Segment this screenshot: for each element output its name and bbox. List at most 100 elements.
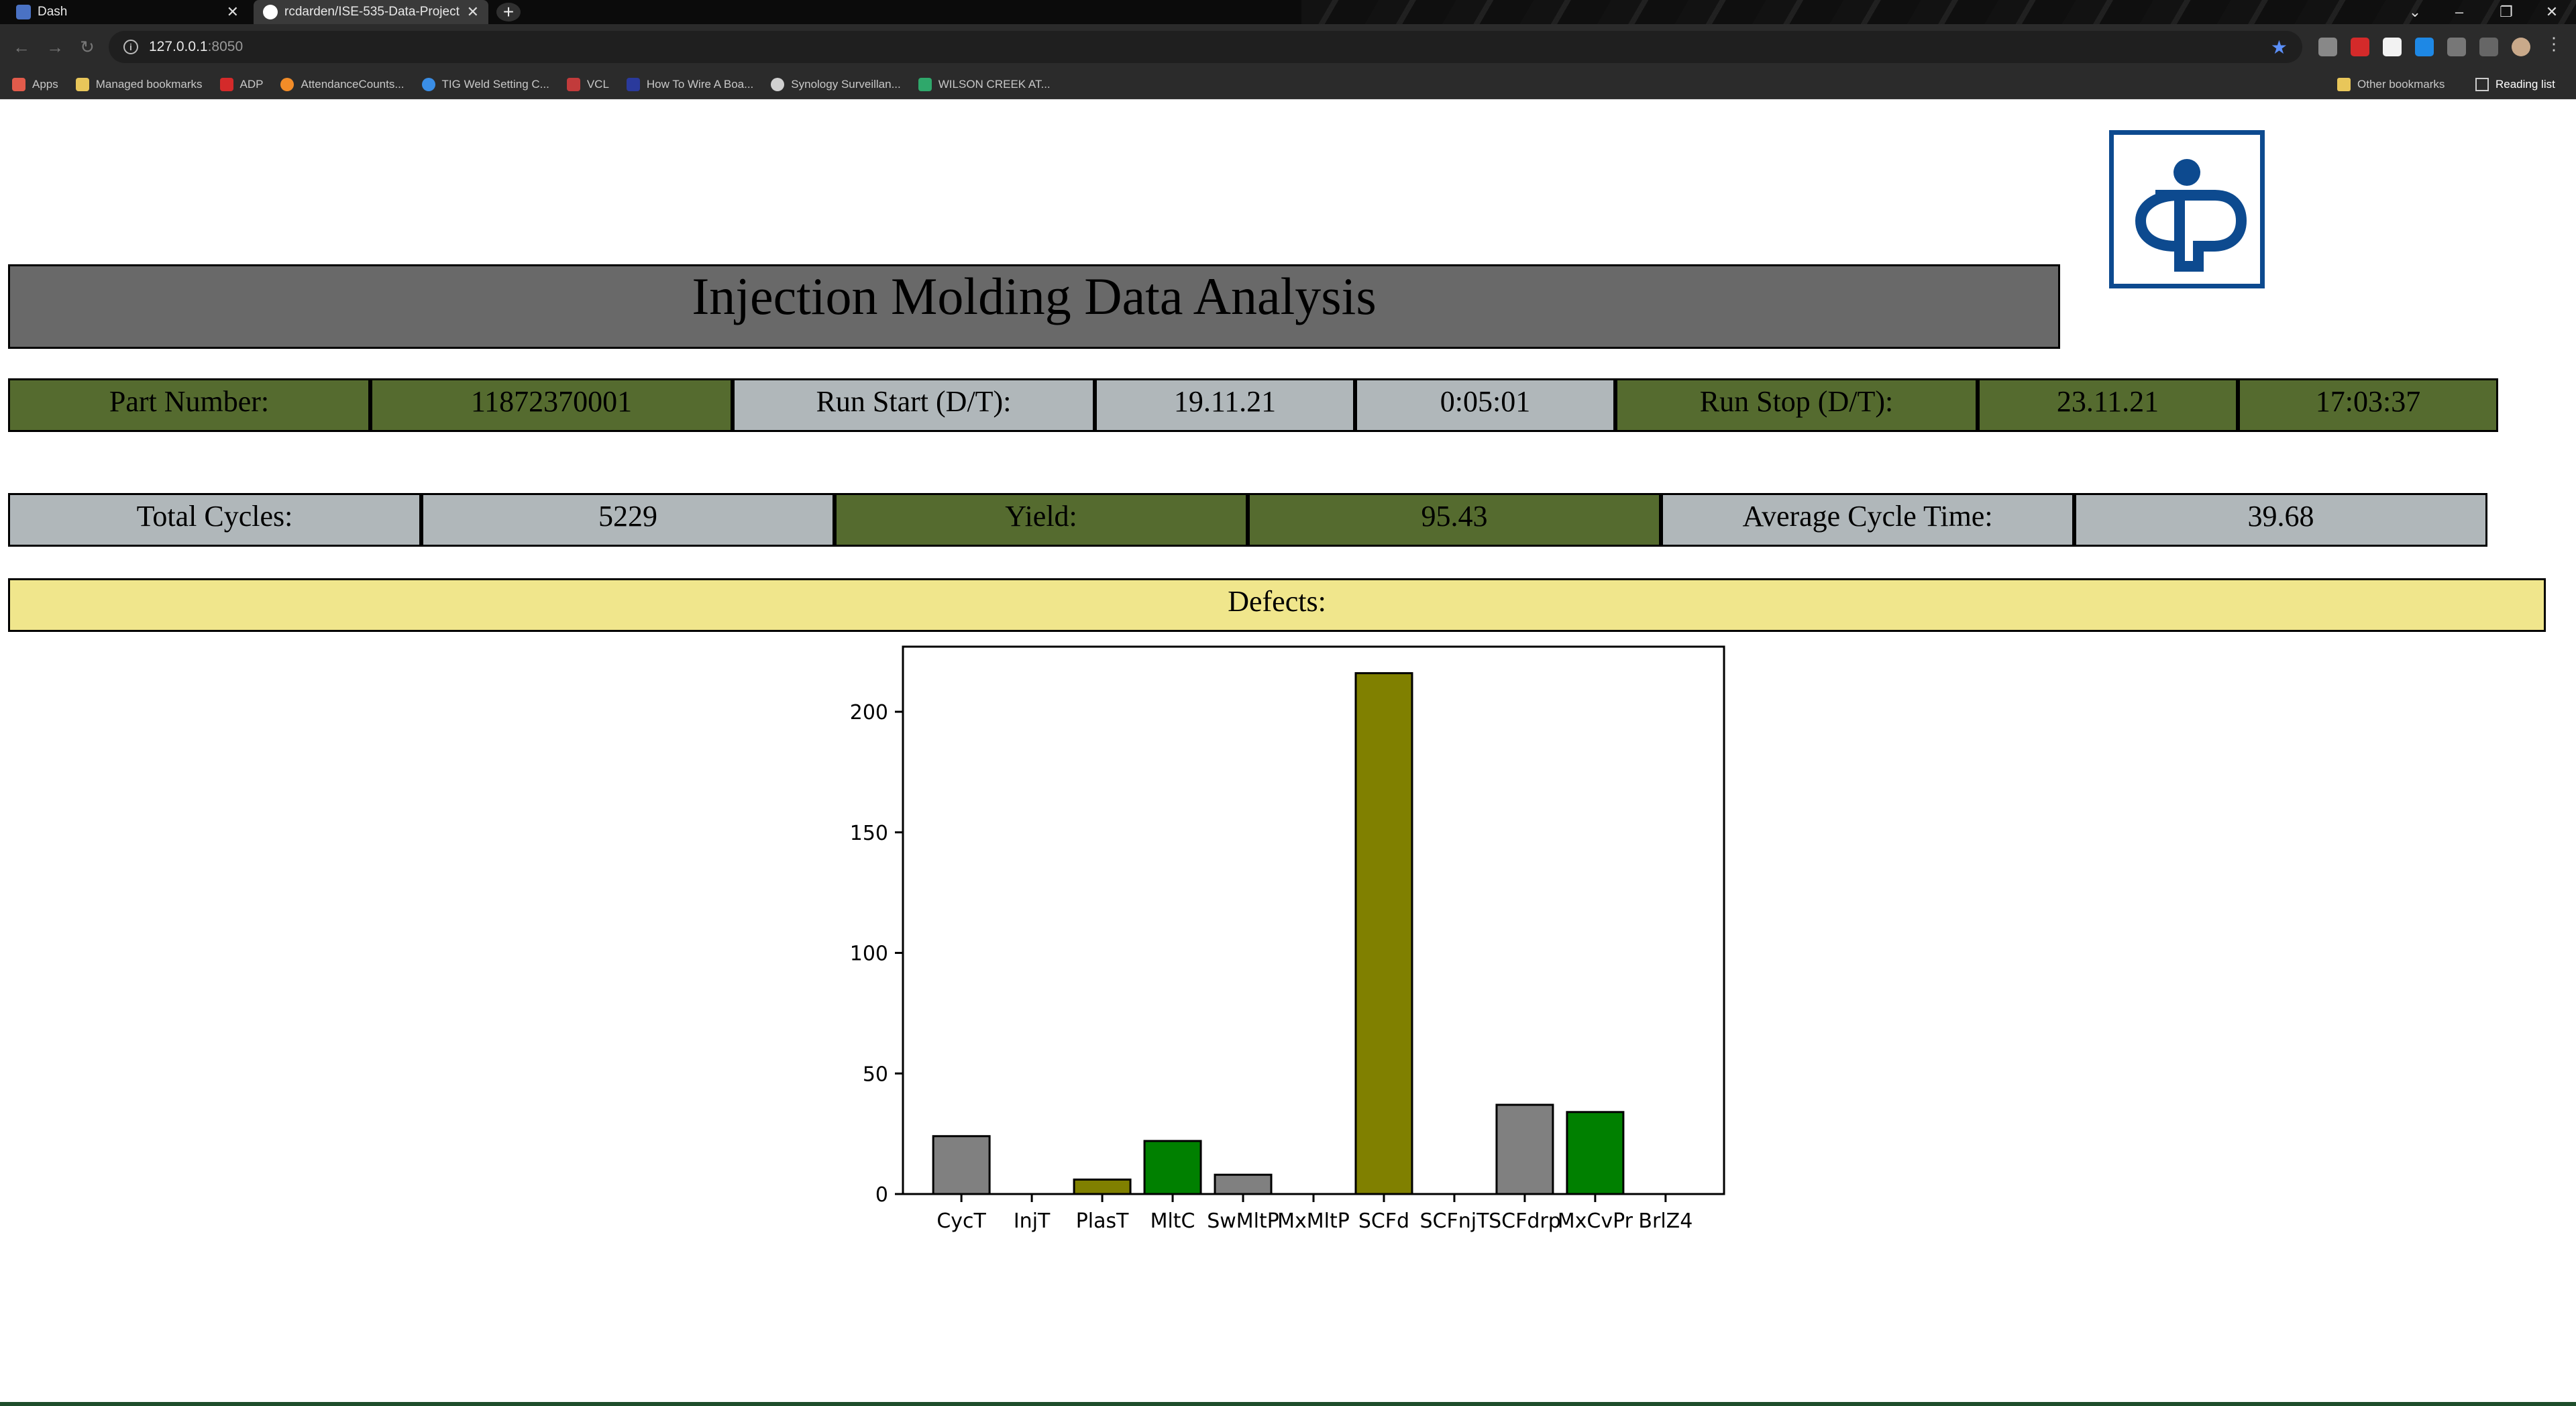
extension-icon[interactable] xyxy=(2383,38,2402,56)
weld-icon xyxy=(421,77,435,91)
y-tick-label: 200 xyxy=(850,701,888,724)
media-icon[interactable] xyxy=(2479,38,2498,56)
x-tick-label: CycT xyxy=(936,1209,986,1233)
folder-icon xyxy=(2337,78,2351,91)
bar-SCFdrp xyxy=(1495,1103,1554,1195)
x-tick-label: BrlZ4 xyxy=(1638,1209,1693,1233)
y-tick-label: 50 xyxy=(863,1063,888,1086)
x-tick-label: InjT xyxy=(1014,1209,1051,1233)
tab-dash[interactable]: Dash ✕ xyxy=(7,0,248,24)
bookmark-managed[interactable]: Managed bookmarks xyxy=(75,77,203,91)
y-tick-label: 0 xyxy=(875,1183,888,1207)
bar-SwMltP xyxy=(1214,1173,1273,1195)
shield-icon xyxy=(771,77,785,91)
vcl-icon xyxy=(566,77,580,91)
bottom-edge xyxy=(0,1402,2576,1406)
minimize-button[interactable]: – xyxy=(2439,0,2479,24)
yield-value: 95.43 xyxy=(1248,493,1661,547)
bookmark-apps[interactable]: Apps xyxy=(12,77,58,91)
total-cycles-label: Total Cycles: xyxy=(8,493,421,547)
bookmark-wire[interactable]: How To Wire A Boa... xyxy=(626,77,753,91)
bookmark-tig-weld[interactable]: TIG Weld Setting C... xyxy=(421,77,549,91)
bookmark-adp[interactable]: ADP xyxy=(219,77,263,91)
browser-tab-strip: Dash ✕ rcdarden/ISE-535-Data-Project a ✕… xyxy=(0,0,2576,24)
avg-cycle-value: 39.68 xyxy=(2074,493,2487,547)
page-title-bar: Injection Molding Data Analysis xyxy=(8,264,2060,349)
x-tick-label: SwMltP xyxy=(1207,1209,1279,1233)
close-icon[interactable]: ✕ xyxy=(227,3,239,21)
avg-cycle-label: Average Cycle Time: xyxy=(1661,493,2074,547)
bar-MxCvPr xyxy=(1566,1111,1625,1195)
company-logo xyxy=(2109,130,2265,288)
address-bar[interactable]: i 127.0.0.1:8050 ★ xyxy=(109,31,2302,63)
y-tick-label: 150 xyxy=(850,822,888,845)
url-text[interactable]: 127.0.0.1:8050 xyxy=(149,39,2260,55)
github-favicon-icon xyxy=(263,5,278,19)
run-stop-date: 23.11.21 xyxy=(1978,378,2238,432)
run-start-label: Run Start (D/T): xyxy=(733,378,1095,432)
bookmark-synology[interactable]: Synology Surveillan... xyxy=(771,77,901,91)
pdf-extension-icon[interactable] xyxy=(2351,38,2369,56)
defects-label: Defects: xyxy=(1228,585,1326,618)
tab-label: rcdarden/ISE-535-Data-Project a xyxy=(284,5,460,19)
bookmark-wilson[interactable]: WILSON CREEK AT... xyxy=(918,77,1051,91)
defects-bar-chart: 0 50 100 150 200 CycT InjT PlasT MltC SwMltPMxMlt… xyxy=(850,645,1725,1233)
bar-SCFd xyxy=(1354,672,1413,1195)
x-tick-label: MltC xyxy=(1150,1209,1195,1233)
tab-github[interactable]: rcdarden/ISE-535-Data-Project a ✕ xyxy=(254,0,488,24)
folder-icon xyxy=(75,77,89,91)
reload-button[interactable]: ↻ xyxy=(75,35,99,59)
dash-favicon-icon xyxy=(16,5,31,19)
browser-toolbar: ← → ↻ i 127.0.0.1:8050 ★ ⋮ xyxy=(0,24,2576,70)
tab-strip-background xyxy=(1301,0,2576,24)
new-tab-button[interactable]: + xyxy=(496,1,521,22)
part-number-label: Part Number: xyxy=(8,378,370,432)
defects-header: Defects: xyxy=(8,578,2546,632)
adp-icon xyxy=(219,77,233,91)
forward-button[interactable]: → xyxy=(43,35,67,59)
bookmark-star-icon[interactable]: ★ xyxy=(2271,36,2288,58)
bar-PlasT xyxy=(1073,1178,1132,1195)
x-tick-label: SCFd xyxy=(1358,1209,1409,1233)
bookmark-vcl[interactable]: VCL xyxy=(566,77,609,91)
reading-list-icon xyxy=(2475,78,2489,91)
restore-button[interactable]: ❐ xyxy=(2486,0,2526,24)
avatar[interactable] xyxy=(2512,38,2530,56)
bar-MltC xyxy=(1143,1140,1202,1195)
close-icon[interactable]: ✕ xyxy=(467,3,479,21)
back-button[interactable]: ← xyxy=(9,35,34,59)
part-number-value: 11872370001 xyxy=(370,378,733,432)
run-stop-time: 17:03:37 xyxy=(2238,378,2498,432)
tab-label: Dash xyxy=(38,5,68,19)
yield-label: Yield: xyxy=(835,493,1248,547)
bookmarks-bar: Apps Managed bookmarks ADP AttendanceCou… xyxy=(0,70,2576,99)
bar-CycT xyxy=(932,1135,991,1195)
extension-icon[interactable] xyxy=(2415,38,2434,56)
tab-search-icon[interactable]: ⌄ xyxy=(2395,0,2435,24)
x-tick-label: MxCvPr xyxy=(1558,1209,1633,1233)
run-start-time: 0:05:01 xyxy=(1355,378,1615,432)
page-title: Injection Molding Data Analysis xyxy=(692,267,1377,325)
bookmark-attendance[interactable]: AttendanceCounts... xyxy=(280,77,405,91)
extension-icon[interactable] xyxy=(2318,38,2337,56)
other-bookmarks[interactable]: Other bookmarks xyxy=(2337,70,2445,99)
wire-icon xyxy=(626,77,640,91)
site-info-icon[interactable]: i xyxy=(123,40,138,54)
run-info-row: Part Number: 11872370001 Run Start (D/T)… xyxy=(8,378,2498,432)
puzzle-icon[interactable] xyxy=(2447,38,2466,56)
run-stop-label: Run Stop (D/T): xyxy=(1615,378,1978,432)
menu-icon[interactable]: ⋮ xyxy=(2545,34,2564,54)
apps-grid-icon xyxy=(12,77,25,91)
total-cycles-value: 5229 xyxy=(421,493,835,547)
run-start-date: 19.11.21 xyxy=(1095,378,1355,432)
x-tick-label: SCFdrp xyxy=(1489,1209,1561,1233)
y-tick-label: 100 xyxy=(850,942,888,966)
summary-row: Total Cycles: 5229 Yield: 95.43 Average … xyxy=(8,493,2487,547)
x-tick-label: SCFnjT xyxy=(1419,1209,1489,1233)
attendance-icon xyxy=(280,77,294,91)
close-window-button[interactable]: ✕ xyxy=(2532,0,2572,24)
reading-list[interactable]: Reading list xyxy=(2475,70,2555,99)
x-tick-label: PlasT xyxy=(1076,1209,1129,1233)
x-tick-label: MxMltP xyxy=(1277,1209,1350,1233)
wilson-icon xyxy=(918,77,932,91)
